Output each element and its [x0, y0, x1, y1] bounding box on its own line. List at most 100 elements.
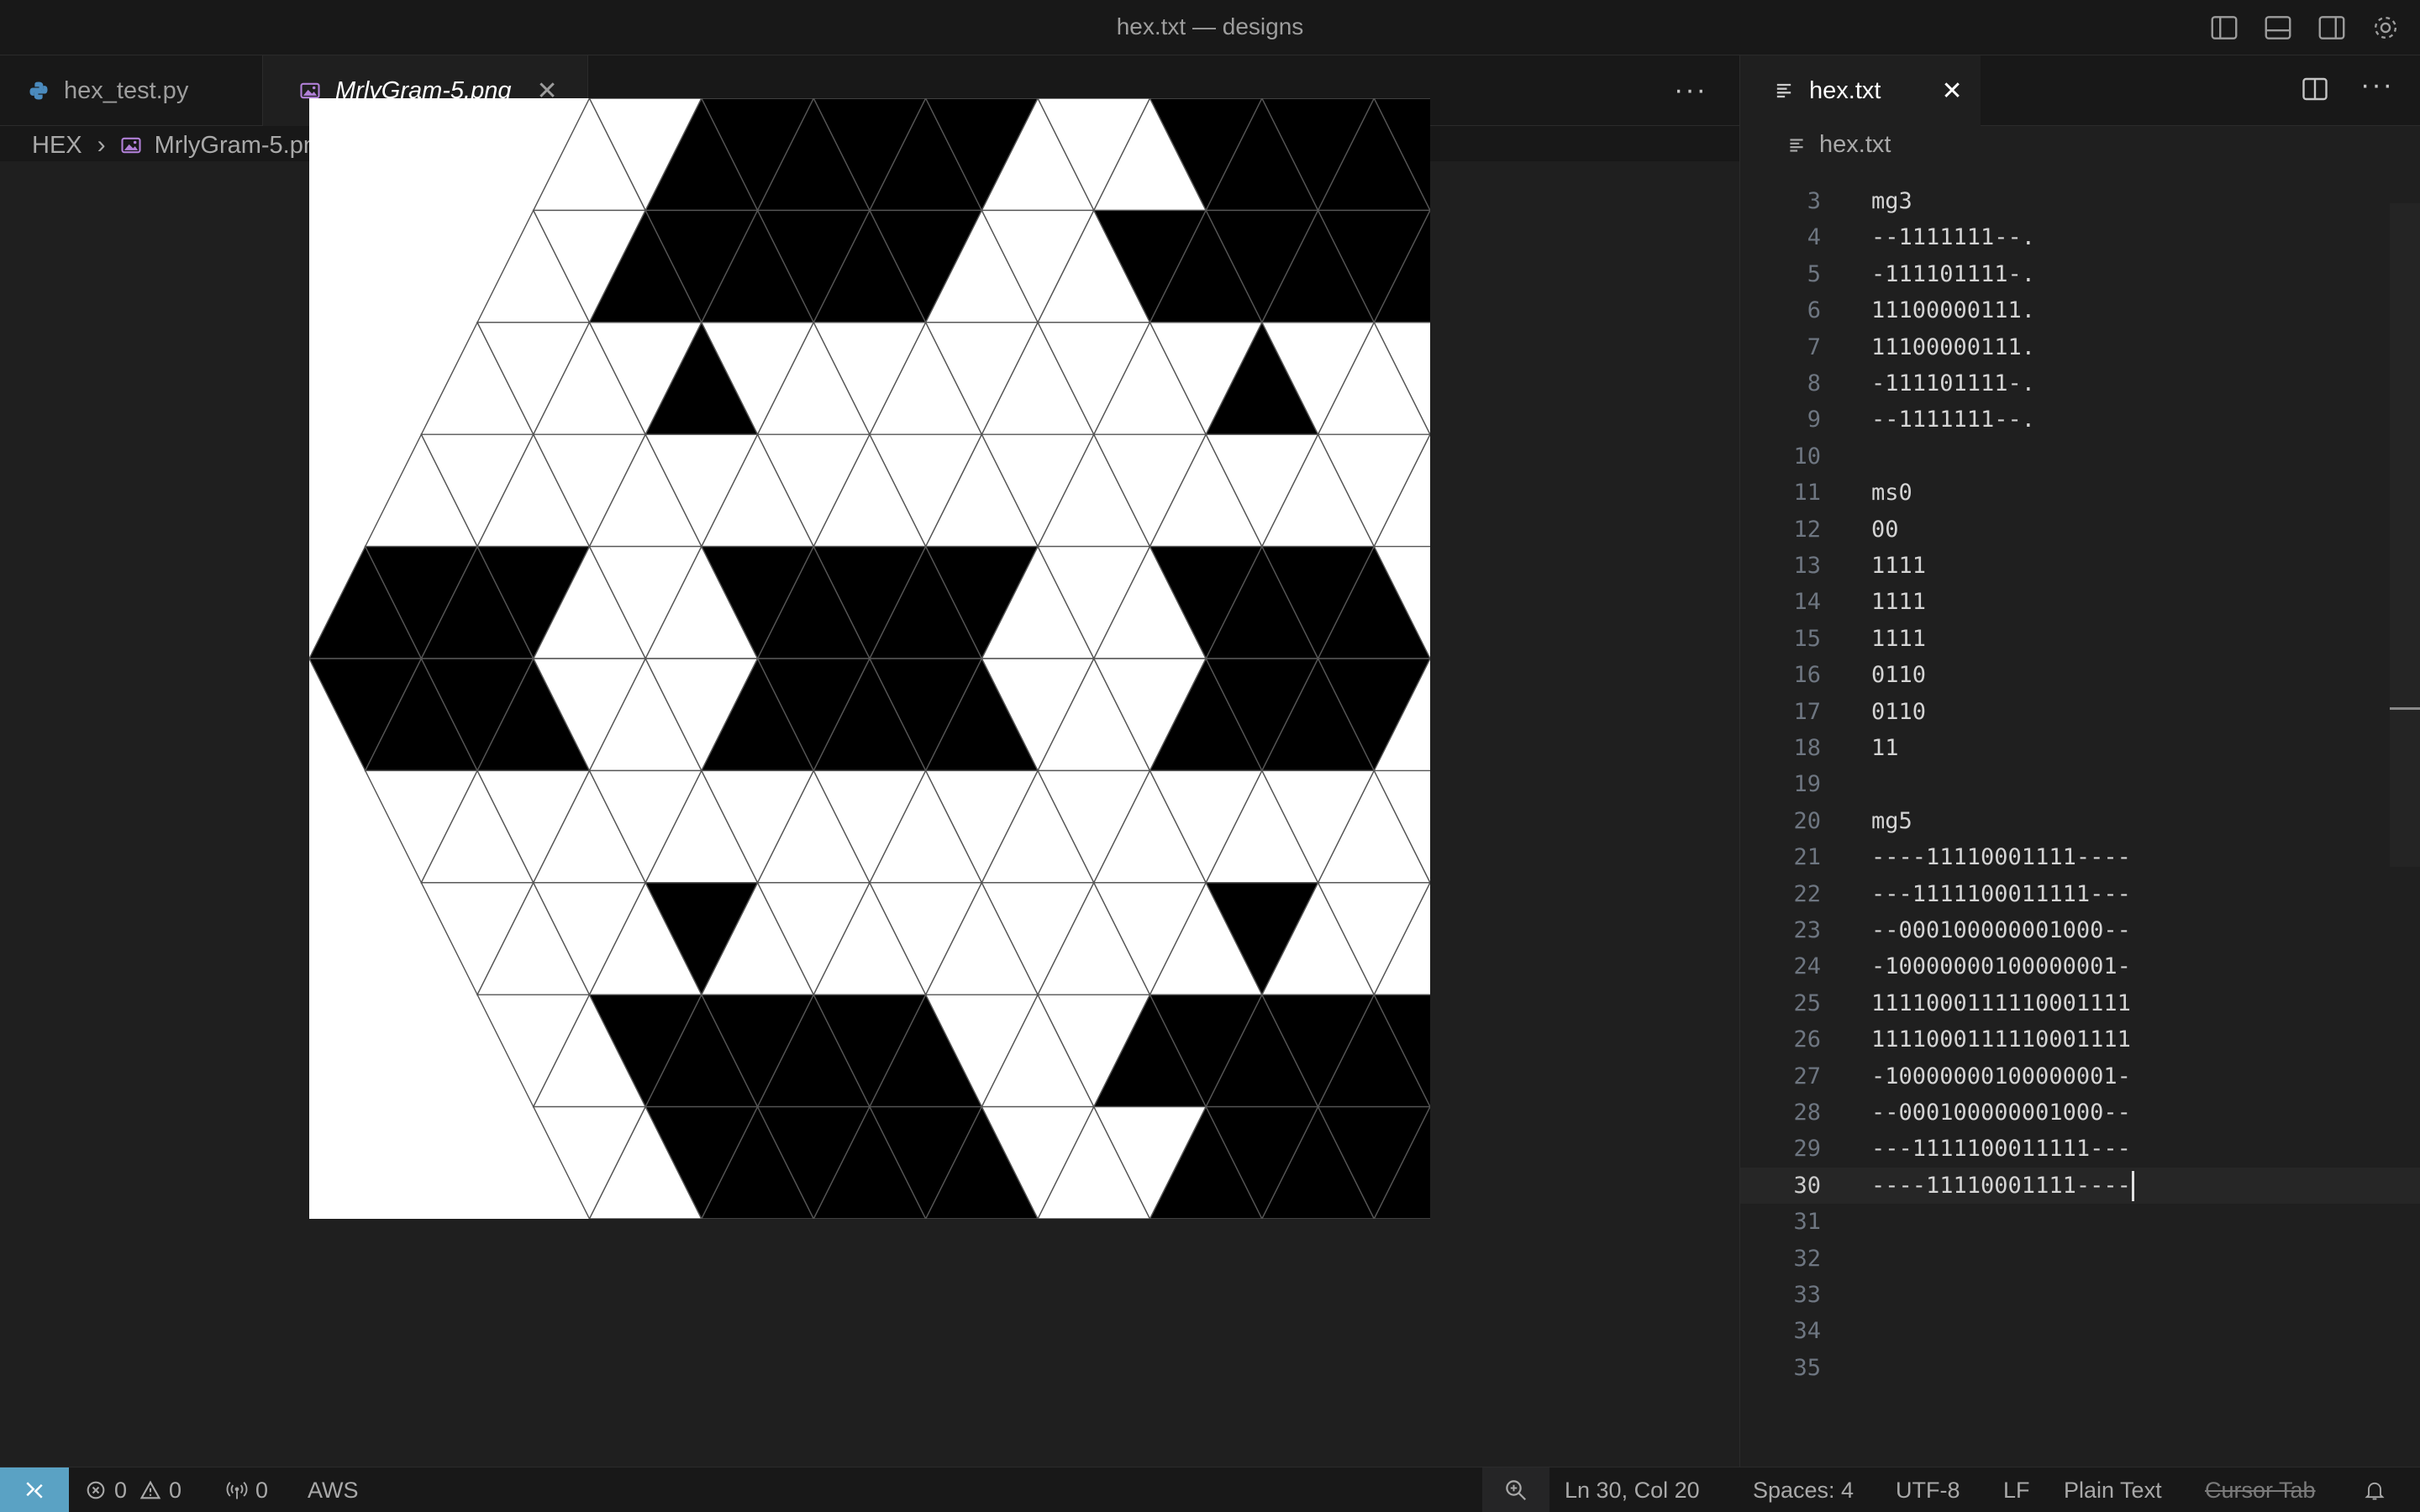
code-line[interactable]: 7 11100000111.: [1740, 329, 2420, 365]
line-text: 1111: [1871, 589, 1927, 616]
line-text: -10000000100000001-: [1871, 953, 2131, 980]
code-line[interactable]: 20 mg5: [1740, 803, 2420, 839]
line-number: 10: [1793, 443, 1821, 470]
problems-indicator[interactable]: 0 0: [84, 1467, 182, 1512]
more-actions-icon[interactable]: ···: [2360, 69, 2394, 102]
line-text: 1111: [1871, 625, 1927, 652]
zoom-in-icon: [1506, 1480, 1527, 1501]
line-text: --000100000001000--: [1871, 1100, 2131, 1126]
breadcrumb-file[interactable]: MrlyGram-5.png: [155, 132, 331, 160]
tab-hex-txt[interactable]: hex.txt ✕: [1740, 55, 1981, 126]
code-line[interactable]: 23 --000100000001000--: [1740, 912, 2420, 948]
code-line[interactable]: 8 -111101111-.: [1740, 365, 2420, 402]
line-number: 24: [1793, 953, 1821, 980]
code-line[interactable]: 21 ----11110001111----: [1740, 839, 2420, 875]
line-number: 9: [1807, 407, 1821, 433]
cursor-position[interactable]: Ln 30, Col 20: [1565, 1467, 1700, 1512]
toggle-primary-sidebar-icon[interactable]: [2208, 12, 2240, 44]
code-line[interactable]: 16 0110: [1740, 657, 2420, 693]
code-line[interactable]: 3 mg3: [1740, 183, 2420, 219]
aws-indicator[interactable]: AWS: [308, 1467, 359, 1512]
line-number: 30: [1793, 1172, 1821, 1199]
code-line[interactable]: 34: [1740, 1313, 2420, 1349]
code-line[interactable]: 17 0110: [1740, 694, 2420, 730]
line-number: 34: [1793, 1318, 1821, 1345]
code-line[interactable]: 12 00: [1740, 512, 2420, 548]
breadcrumb-folder[interactable]: HEX: [32, 132, 82, 160]
split-editor-icon[interactable]: [2300, 74, 2330, 104]
code-line[interactable]: 9 --1111111--.: [1740, 402, 2420, 438]
bell-icon[interactable]: [2363, 1467, 2393, 1512]
code-line[interactable]: 14 1111: [1740, 584, 2420, 620]
line-number: 21: [1793, 844, 1821, 871]
code-line[interactable]: 13 1111: [1740, 548, 2420, 584]
code-line[interactable]: 27 -10000000100000001-: [1740, 1058, 2420, 1095]
editor-group-right: hex.txt ✕ ··· hex.txt 3 mg3 4 --1111111--. 5…: [1739, 55, 2420, 1467]
line-number: 35: [1793, 1354, 1821, 1381]
line-text: ---1111100011111---: [1871, 880, 2131, 907]
code-line[interactable]: 29 ---1111100011111---: [1740, 1131, 2420, 1167]
line-text: ---1111100011111---: [1871, 1136, 2131, 1163]
close-icon[interactable]: ✕: [1941, 76, 1962, 106]
line-text: ----11110001111----: [1871, 1168, 2134, 1204]
line-number: 13: [1793, 553, 1821, 579]
code-line[interactable]: 18 11: [1740, 730, 2420, 766]
line-text: mg5: [1871, 807, 1912, 834]
code-line[interactable]: 4 --1111111--.: [1740, 219, 2420, 255]
line-number: 5: [1807, 260, 1821, 287]
line-number: 16: [1793, 662, 1821, 689]
error-count: 0: [114, 1477, 128, 1503]
indentation[interactable]: Spaces: 4: [1753, 1467, 1854, 1512]
line-text: 00: [1871, 516, 1899, 543]
line-number: 7: [1807, 333, 1821, 360]
title-bar: hex.txt — designs: [0, 0, 2420, 55]
code-line[interactable]: 15 1111: [1740, 621, 2420, 657]
remote-indicator[interactable]: [0, 1467, 69, 1512]
code-line[interactable]: 26 1111000111110001111: [1740, 1021, 2420, 1058]
tab-label: hex.txt: [1809, 76, 1881, 104]
encoding[interactable]: UTF-8: [1896, 1467, 1960, 1512]
cursor-tab-status[interactable]: Cursor Tab: [2205, 1467, 2316, 1512]
line-text: 11100000111.: [1871, 297, 2036, 324]
image-icon: [121, 137, 141, 154]
code-line[interactable]: 30 ----11110001111----: [1740, 1167, 2420, 1204]
code-line[interactable]: 6 11100000111.: [1740, 292, 2420, 328]
code-line[interactable]: 10: [1740, 438, 2420, 475]
code-line[interactable]: 35: [1740, 1350, 2420, 1386]
breadcrumb-file[interactable]: hex.txt: [1819, 131, 1891, 159]
ports-indicator[interactable]: 0: [225, 1467, 268, 1512]
code-line[interactable]: 22 ---1111100011111---: [1740, 876, 2420, 912]
code-line[interactable]: 28 --000100000001000--: [1740, 1095, 2420, 1131]
line-text: -111101111-.: [1871, 370, 2036, 396]
line-text: ms0: [1871, 480, 1912, 507]
code-line[interactable]: 5 -111101111-.: [1740, 256, 2420, 292]
line-text: -111101111-.: [1871, 260, 2036, 287]
scrollbar[interactable]: [2390, 203, 2420, 867]
code-line[interactable]: 24 -10000000100000001-: [1740, 948, 2420, 984]
warning-icon: [139, 1480, 161, 1499]
gear-icon[interactable]: [2370, 12, 2402, 44]
code-line[interactable]: 11 ms0: [1740, 475, 2420, 511]
toggle-panel-icon[interactable]: [2262, 12, 2294, 44]
line-number: 14: [1793, 589, 1821, 616]
code-line[interactable]: 32: [1740, 1241, 2420, 1277]
text-file-icon: [1790, 138, 1803, 152]
scrollbar-position-marker: [2390, 707, 2420, 710]
end-of-line[interactable]: LF: [2003, 1467, 2030, 1512]
more-actions-icon[interactable]: ···: [1674, 74, 1707, 107]
line-number: 11: [1793, 480, 1821, 507]
code-line[interactable]: 33: [1740, 1277, 2420, 1313]
line-text: --1111111--.: [1871, 224, 2036, 251]
code-line[interactable]: 19: [1740, 766, 2420, 802]
zoom-indicator[interactable]: [1482, 1467, 1549, 1512]
language-mode[interactable]: Plain Text: [2064, 1467, 2162, 1512]
line-number: 4: [1807, 224, 1821, 251]
code-line[interactable]: 31: [1740, 1204, 2420, 1240]
code-line[interactable]: 25 1111000111110001111: [1740, 985, 2420, 1021]
text-file-icon: [1776, 83, 1791, 98]
toggle-secondary-sidebar-icon[interactable]: [2316, 12, 2348, 44]
python-icon: [29, 81, 48, 100]
tab-hex-test-py[interactable]: hex_test.py: [0, 55, 262, 126]
line-number: 8: [1807, 370, 1821, 396]
line-number: 22: [1793, 880, 1821, 907]
